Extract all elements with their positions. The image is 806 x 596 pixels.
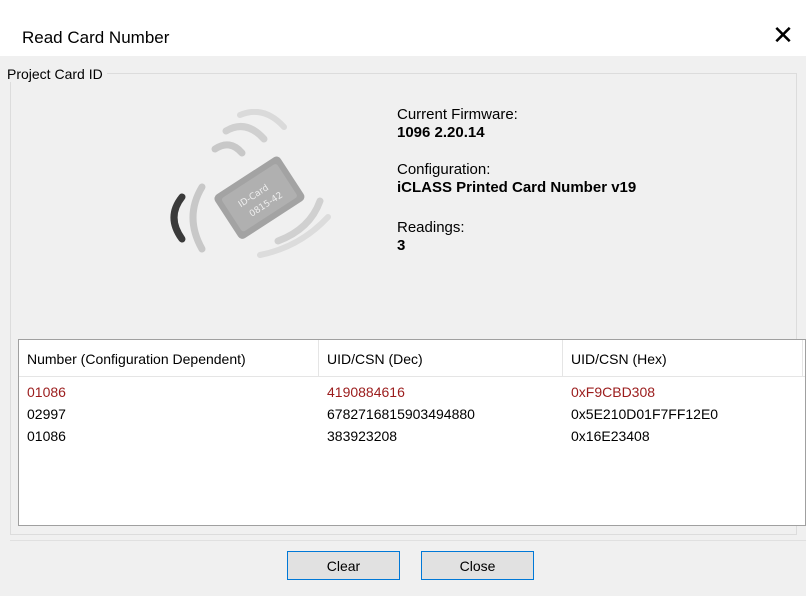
readings-label: Readings: — [397, 219, 465, 236]
window-title: Read Card Number — [22, 28, 170, 47]
dialog-client-area: Project Card ID ID-Card 0815-42 Current … — [0, 56, 806, 596]
cell-hex: 0xF9CBD308 — [571, 384, 656, 400]
column-header-number[interactable]: Number (Configuration Dependent) — [19, 340, 319, 376]
table-row[interactable]: 01086 383923208 0x16E23408 — [19, 425, 805, 447]
cell-number: 01086 — [27, 428, 66, 444]
divider — [10, 540, 806, 541]
configuration-value: iCLASS Printed Card Number v19 — [397, 179, 637, 196]
card-reader-illustration: ID-Card 0815-42 — [160, 109, 335, 259]
card-wave-icon: ID-Card 0815-42 — [170, 109, 331, 258]
readings-value: 3 — [397, 237, 406, 254]
column-header-hex[interactable]: UID/CSN (Hex) — [563, 340, 803, 376]
group-label: Project Card ID — [7, 66, 107, 82]
table-row[interactable]: 01086 4190884616 0xF9CBD308 — [19, 381, 805, 403]
readings-block: Readings: 3 — [397, 219, 465, 254]
configuration-label: Configuration: — [397, 161, 491, 178]
title-bar: Read Card Number ✕ — [0, 0, 806, 56]
cell-number: 02997 — [27, 406, 66, 422]
cell-dec: 4190884616 — [327, 384, 405, 400]
firmware-value: 1096 2.20.14 — [397, 124, 485, 141]
configuration-block: Configuration: iCLASS Printed Card Numbe… — [397, 161, 636, 196]
firmware-label: Current Firmware: — [397, 106, 518, 123]
firmware-block: Current Firmware: 1096 2.20.14 — [397, 106, 518, 141]
table-row[interactable]: 02997 6782716815903494880 0x5E210D01F7FF… — [19, 403, 805, 425]
clear-button[interactable]: Clear — [287, 551, 400, 580]
cell-number: 01086 — [27, 384, 66, 400]
cell-dec: 6782716815903494880 — [327, 406, 475, 422]
list-header: Number (Configuration Dependent) UID/CSN… — [19, 340, 805, 377]
readings-list[interactable]: Number (Configuration Dependent) UID/CSN… — [18, 339, 806, 526]
cell-dec: 383923208 — [327, 428, 398, 444]
close-icon[interactable]: ✕ — [766, 18, 800, 52]
cell-hex: 0x16E23408 — [571, 428, 650, 444]
column-header-dec[interactable]: UID/CSN (Dec) — [319, 340, 563, 376]
close-button[interactable]: Close — [421, 551, 534, 580]
cell-hex: 0x5E210D01F7FF12E0 — [571, 406, 719, 422]
